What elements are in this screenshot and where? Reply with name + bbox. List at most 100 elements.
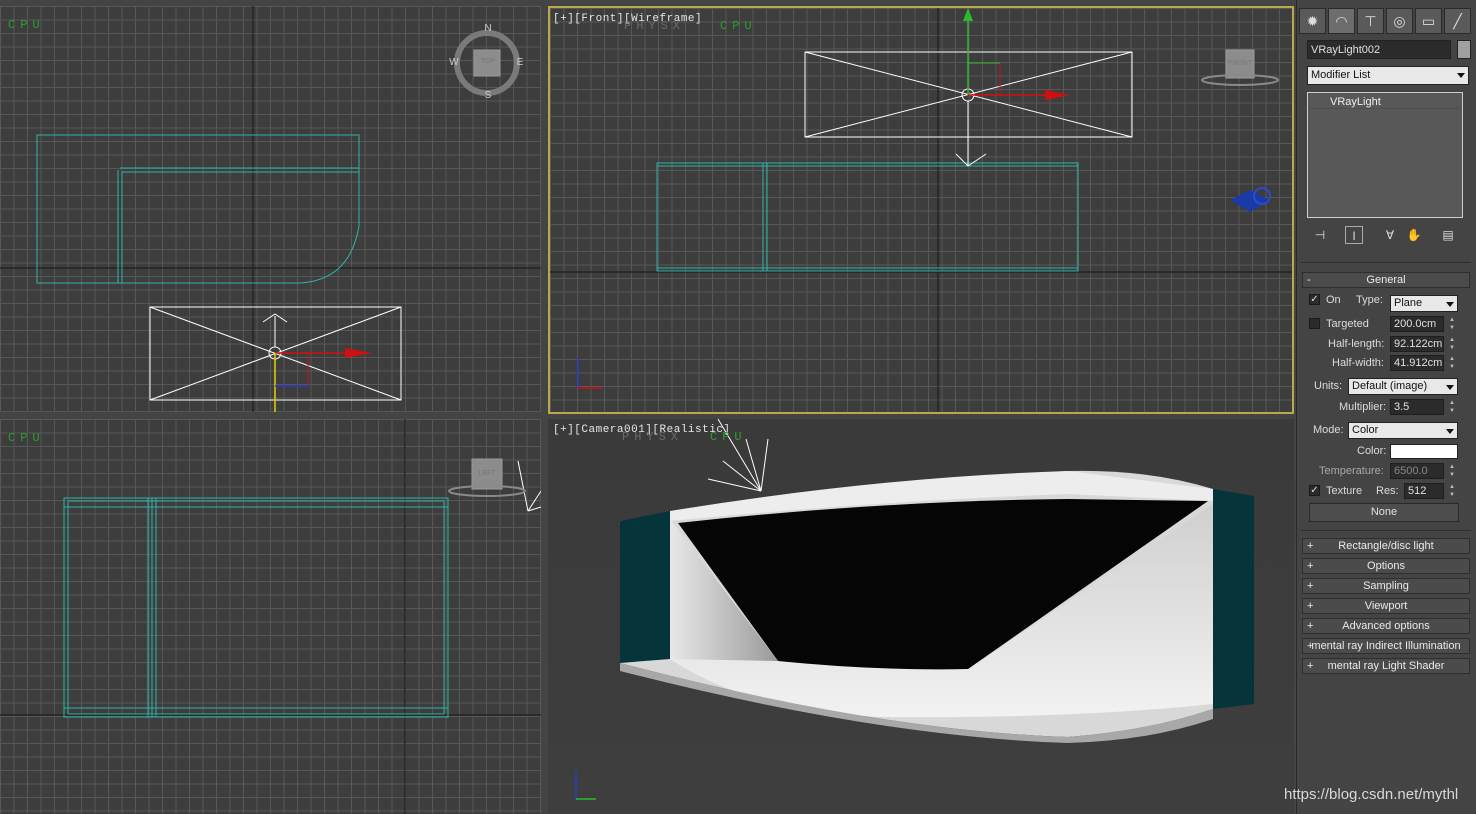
viewcube-s[interactable]: S [482, 90, 494, 101]
collapse-icon: - [1307, 274, 1311, 286]
physx-label: PHYSX [624, 19, 686, 33]
multiplier-label: Multiplier: [1339, 401, 1387, 413]
command-panel-tabs: ✹ ◠ ⊤ ◎ ▭ ╱ [1299, 8, 1473, 34]
viewcube-e[interactable]: E [514, 57, 526, 68]
cpu-label: CPU [8, 431, 45, 445]
cpu-label: CPU [720, 19, 757, 33]
spinner-arrows-icon[interactable]: ▲ ▼ [1448, 483, 1456, 499]
units-dropdown[interactable]: Default (image) [1348, 378, 1458, 395]
mode-value: Color [1352, 424, 1379, 436]
remove-modifier-icon[interactable]: ✋ [1405, 226, 1423, 244]
on-label: On [1326, 294, 1341, 306]
viewport-front[interactable]: [+][Front][Wireframe] PHYSX CPU FRONT [548, 6, 1294, 414]
motion-icon[interactable]: ◎ [1386, 8, 1413, 34]
half-length-spinner[interactable]: 92.122cm [1390, 336, 1444, 352]
res-spinner[interactable]: 512 [1404, 483, 1444, 499]
rollout-title: Viewport [1364, 600, 1408, 612]
mode-label: Mode: [1313, 424, 1344, 436]
texture-checkbox[interactable]: ✓ [1309, 485, 1320, 496]
rollout-title: Rectangle/disc light [1338, 540, 1434, 552]
divider [1301, 530, 1471, 531]
make-unique-icon[interactable]: ∀ [1381, 226, 1399, 244]
rollout-title: mental ray Indirect Illumination [1311, 640, 1461, 652]
temperature-label: Temperature: [1319, 465, 1384, 477]
half-width-label: Half-width: [1332, 357, 1384, 369]
object-name-field[interactable]: VRayLight002 [1307, 40, 1451, 59]
chevron-down-icon [1446, 385, 1454, 390]
divider [1301, 262, 1471, 263]
pin-stack-icon[interactable]: ⊣ [1311, 226, 1329, 244]
physx-label: PHYSX [622, 430, 684, 444]
rollout-advanced-options[interactable]: + Advanced options [1302, 618, 1470, 634]
expand-icon: + [1307, 580, 1314, 592]
texture-label: Texture [1326, 485, 1363, 497]
cpu-label: CPU [8, 18, 45, 32]
spinner-arrows-icon[interactable]: ▲ ▼ [1448, 316, 1456, 332]
mode-dropdown[interactable]: Color [1348, 422, 1458, 439]
rollout-title: mental ray Light Shader [1327, 660, 1445, 672]
viewcube-n[interactable]: N [482, 23, 494, 34]
targeted-spinner[interactable]: 200.0cm [1390, 316, 1444, 332]
command-panel: ✹ ◠ ⊤ ◎ ▭ ╱ VRayLight002 Modifier List V… [1296, 0, 1476, 814]
spinner-arrows-icon[interactable]: ▲ ▼ [1448, 399, 1456, 415]
show-end-result-icon[interactable]: I [1345, 226, 1363, 244]
viewcube-left-face[interactable]: LEFT [472, 470, 502, 477]
spinner-arrows-icon[interactable]: ▲ ▼ [1448, 463, 1456, 479]
viewport-camera[interactable]: [+][Camera001][Realistic] PHYSX CPU [548, 419, 1294, 814]
chevron-down-icon [1446, 302, 1454, 307]
viewport-left[interactable]: CPU LEFT [0, 419, 541, 814]
hierarchy-icon[interactable]: ⊤ [1357, 8, 1384, 34]
expand-icon: + [1307, 640, 1314, 652]
viewcube-front-face[interactable]: FRONT [1226, 60, 1254, 67]
units-label: Units: [1314, 380, 1343, 392]
modifier-stack[interactable]: VRayLight [1307, 92, 1463, 218]
stack-item-vraylight[interactable]: VRayLight [1310, 95, 1460, 109]
multiplier-spinner[interactable]: 3.5 [1390, 399, 1444, 415]
expand-icon: + [1307, 560, 1314, 572]
rollout-viewport[interactable]: + Viewport [1302, 598, 1470, 614]
expand-icon: + [1307, 600, 1314, 612]
viewcube-w[interactable]: W [448, 57, 460, 68]
res-label: Res: [1376, 485, 1399, 497]
rollout-title: Advanced options [1342, 620, 1430, 632]
spinner-arrows-icon[interactable]: ▲ ▼ [1448, 336, 1456, 352]
light-color-swatch[interactable] [1390, 444, 1458, 459]
rollout-rectangle-disc-light[interactable]: + Rectangle/disc light [1302, 538, 1470, 554]
viewport-top[interactable]: CPU TOP N S E W [0, 6, 541, 412]
display-icon[interactable]: ▭ [1415, 8, 1442, 34]
rollout-general[interactable]: - General [1302, 272, 1470, 288]
cpu-label: CPU [710, 430, 747, 444]
camera-scene [575, 419, 1254, 800]
viewcube-top-face[interactable]: TOP [476, 58, 500, 65]
half-width-spinner[interactable]: 41.912cm [1390, 355, 1444, 371]
type-value: Plane [1394, 297, 1423, 309]
rollout-general-title: General [1366, 274, 1406, 286]
type-dropdown[interactable]: Plane [1390, 295, 1458, 312]
front-scene [550, 8, 1292, 412]
chevron-down-icon [1457, 73, 1465, 78]
object-color-swatch[interactable] [1457, 40, 1471, 59]
watermark: https://blog.csdn.net/mythl [1284, 786, 1459, 803]
spinner-arrows-icon[interactable]: ▲ ▼ [1448, 355, 1456, 371]
color-label: Color: [1357, 445, 1387, 457]
units-value: Default (image) [1352, 380, 1428, 392]
targeted-checkbox[interactable] [1309, 318, 1320, 329]
utilities-icon[interactable]: ╱ [1444, 8, 1471, 34]
configure-sets-icon[interactable]: ▤ [1439, 226, 1457, 244]
rollout-mental-ray-indirect-illumination[interactable]: + mental ray Indirect Illumination [1302, 638, 1470, 654]
on-checkbox[interactable]: ✓ [1309, 294, 1320, 305]
stack-toolbar: ⊣ I ∀ ✋ ▤ [1307, 226, 1467, 246]
half-length-label: Half-length: [1328, 338, 1385, 350]
expand-icon: + [1307, 660, 1314, 672]
modifier-list-dropdown[interactable]: Modifier List [1307, 66, 1469, 85]
rollout-title: Options [1367, 560, 1405, 572]
rollout-options[interactable]: + Options [1302, 558, 1470, 574]
modify-icon[interactable]: ◠ [1328, 8, 1355, 34]
rollout-sampling[interactable]: + Sampling [1302, 578, 1470, 594]
chevron-down-icon [1446, 429, 1454, 434]
temperature-spinner[interactable]: 6500.0 [1390, 463, 1444, 479]
rollout-mental-ray-light-shader[interactable]: + mental ray Light Shader [1302, 658, 1470, 674]
targeted-label: Targeted [1326, 318, 1369, 330]
create-icon[interactable]: ✹ [1299, 8, 1326, 34]
texture-none-button[interactable]: None [1309, 503, 1459, 522]
